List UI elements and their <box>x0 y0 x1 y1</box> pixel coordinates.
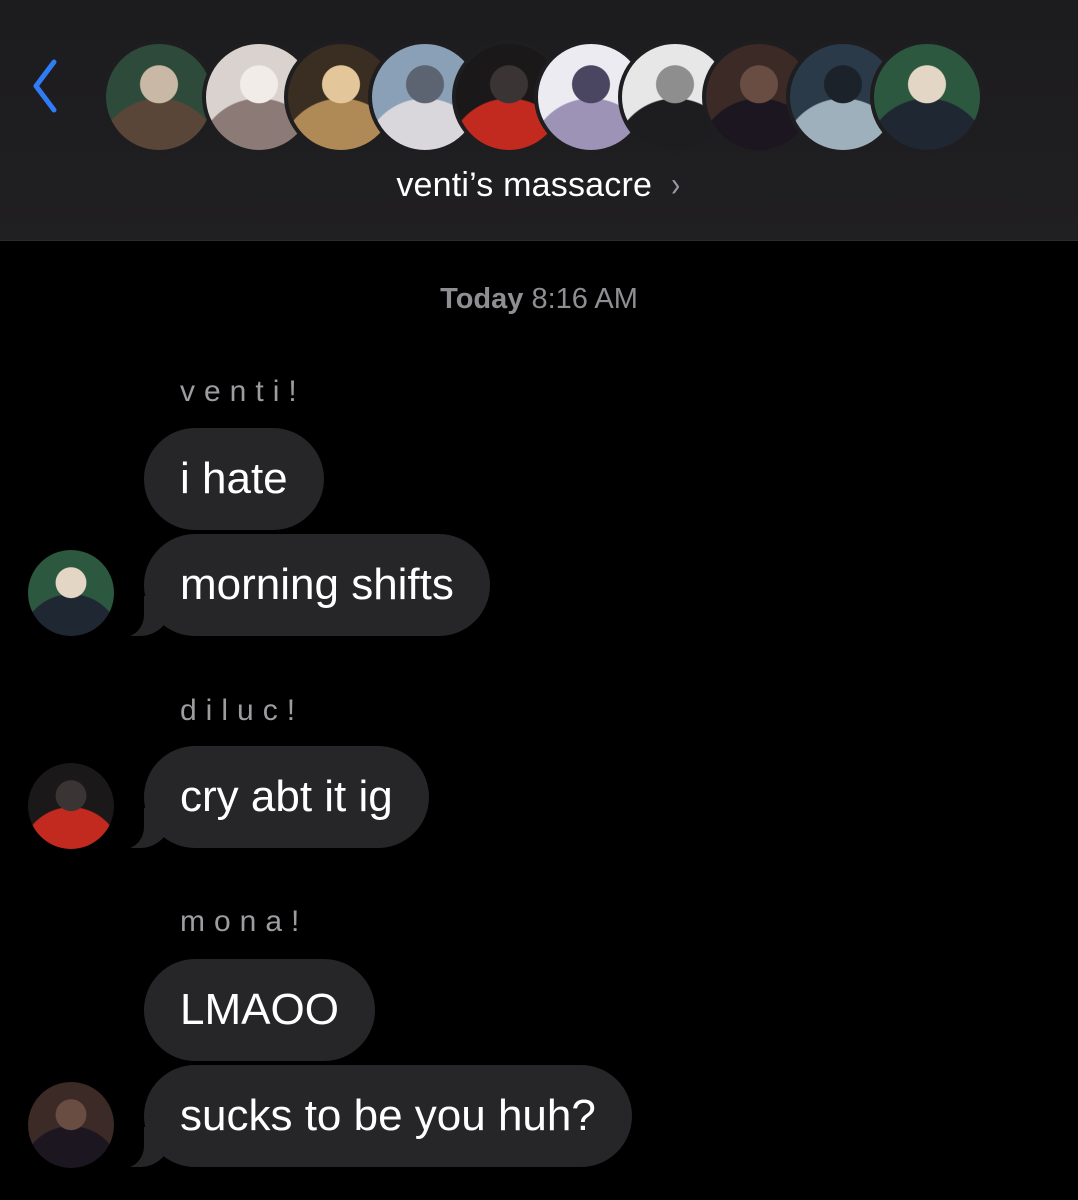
sender-name: diluc! <box>180 694 305 727</box>
sender-name: venti! <box>180 375 306 408</box>
message-bubble[interactable]: i hate <box>144 428 324 530</box>
timestamp-day: Today <box>440 283 524 315</box>
group-name: venti’s massacre <box>396 166 653 204</box>
sender-name: mona! <box>180 905 309 938</box>
chevron-right-icon: › <box>671 166 681 204</box>
member-avatar-1 <box>102 40 216 154</box>
avatar[interactable] <box>28 1082 114 1168</box>
group-name-button[interactable]: venti’s massacre › <box>0 166 1078 205</box>
message-text: i hate <box>180 454 288 503</box>
message-bubble[interactable]: morning shifts <box>118 534 490 637</box>
message-text: sucks to be you huh? <box>180 1091 596 1140</box>
message-text: LMAOO <box>180 985 339 1034</box>
message-timestamp: Today 8:16 AM <box>0 283 1078 316</box>
group-avatar-strip[interactable] <box>102 40 984 156</box>
chevron-left-icon <box>33 59 57 113</box>
message-bubble[interactable]: cry abt it ig <box>118 746 429 849</box>
back-button[interactable] <box>28 56 62 116</box>
message-bubble[interactable]: sucks to be you huh? <box>118 1065 632 1168</box>
avatar[interactable] <box>28 550 114 636</box>
avatar[interactable] <box>28 763 114 849</box>
timestamp-time: 8:16 AM <box>531 283 638 315</box>
conversation-header: venti’s massacre › <box>0 0 1078 241</box>
message-text: cry abt it ig <box>180 772 393 821</box>
message-text: morning shifts <box>180 560 454 609</box>
member-avatar-10 <box>870 40 984 154</box>
message-bubble[interactable]: LMAOO <box>144 959 375 1061</box>
